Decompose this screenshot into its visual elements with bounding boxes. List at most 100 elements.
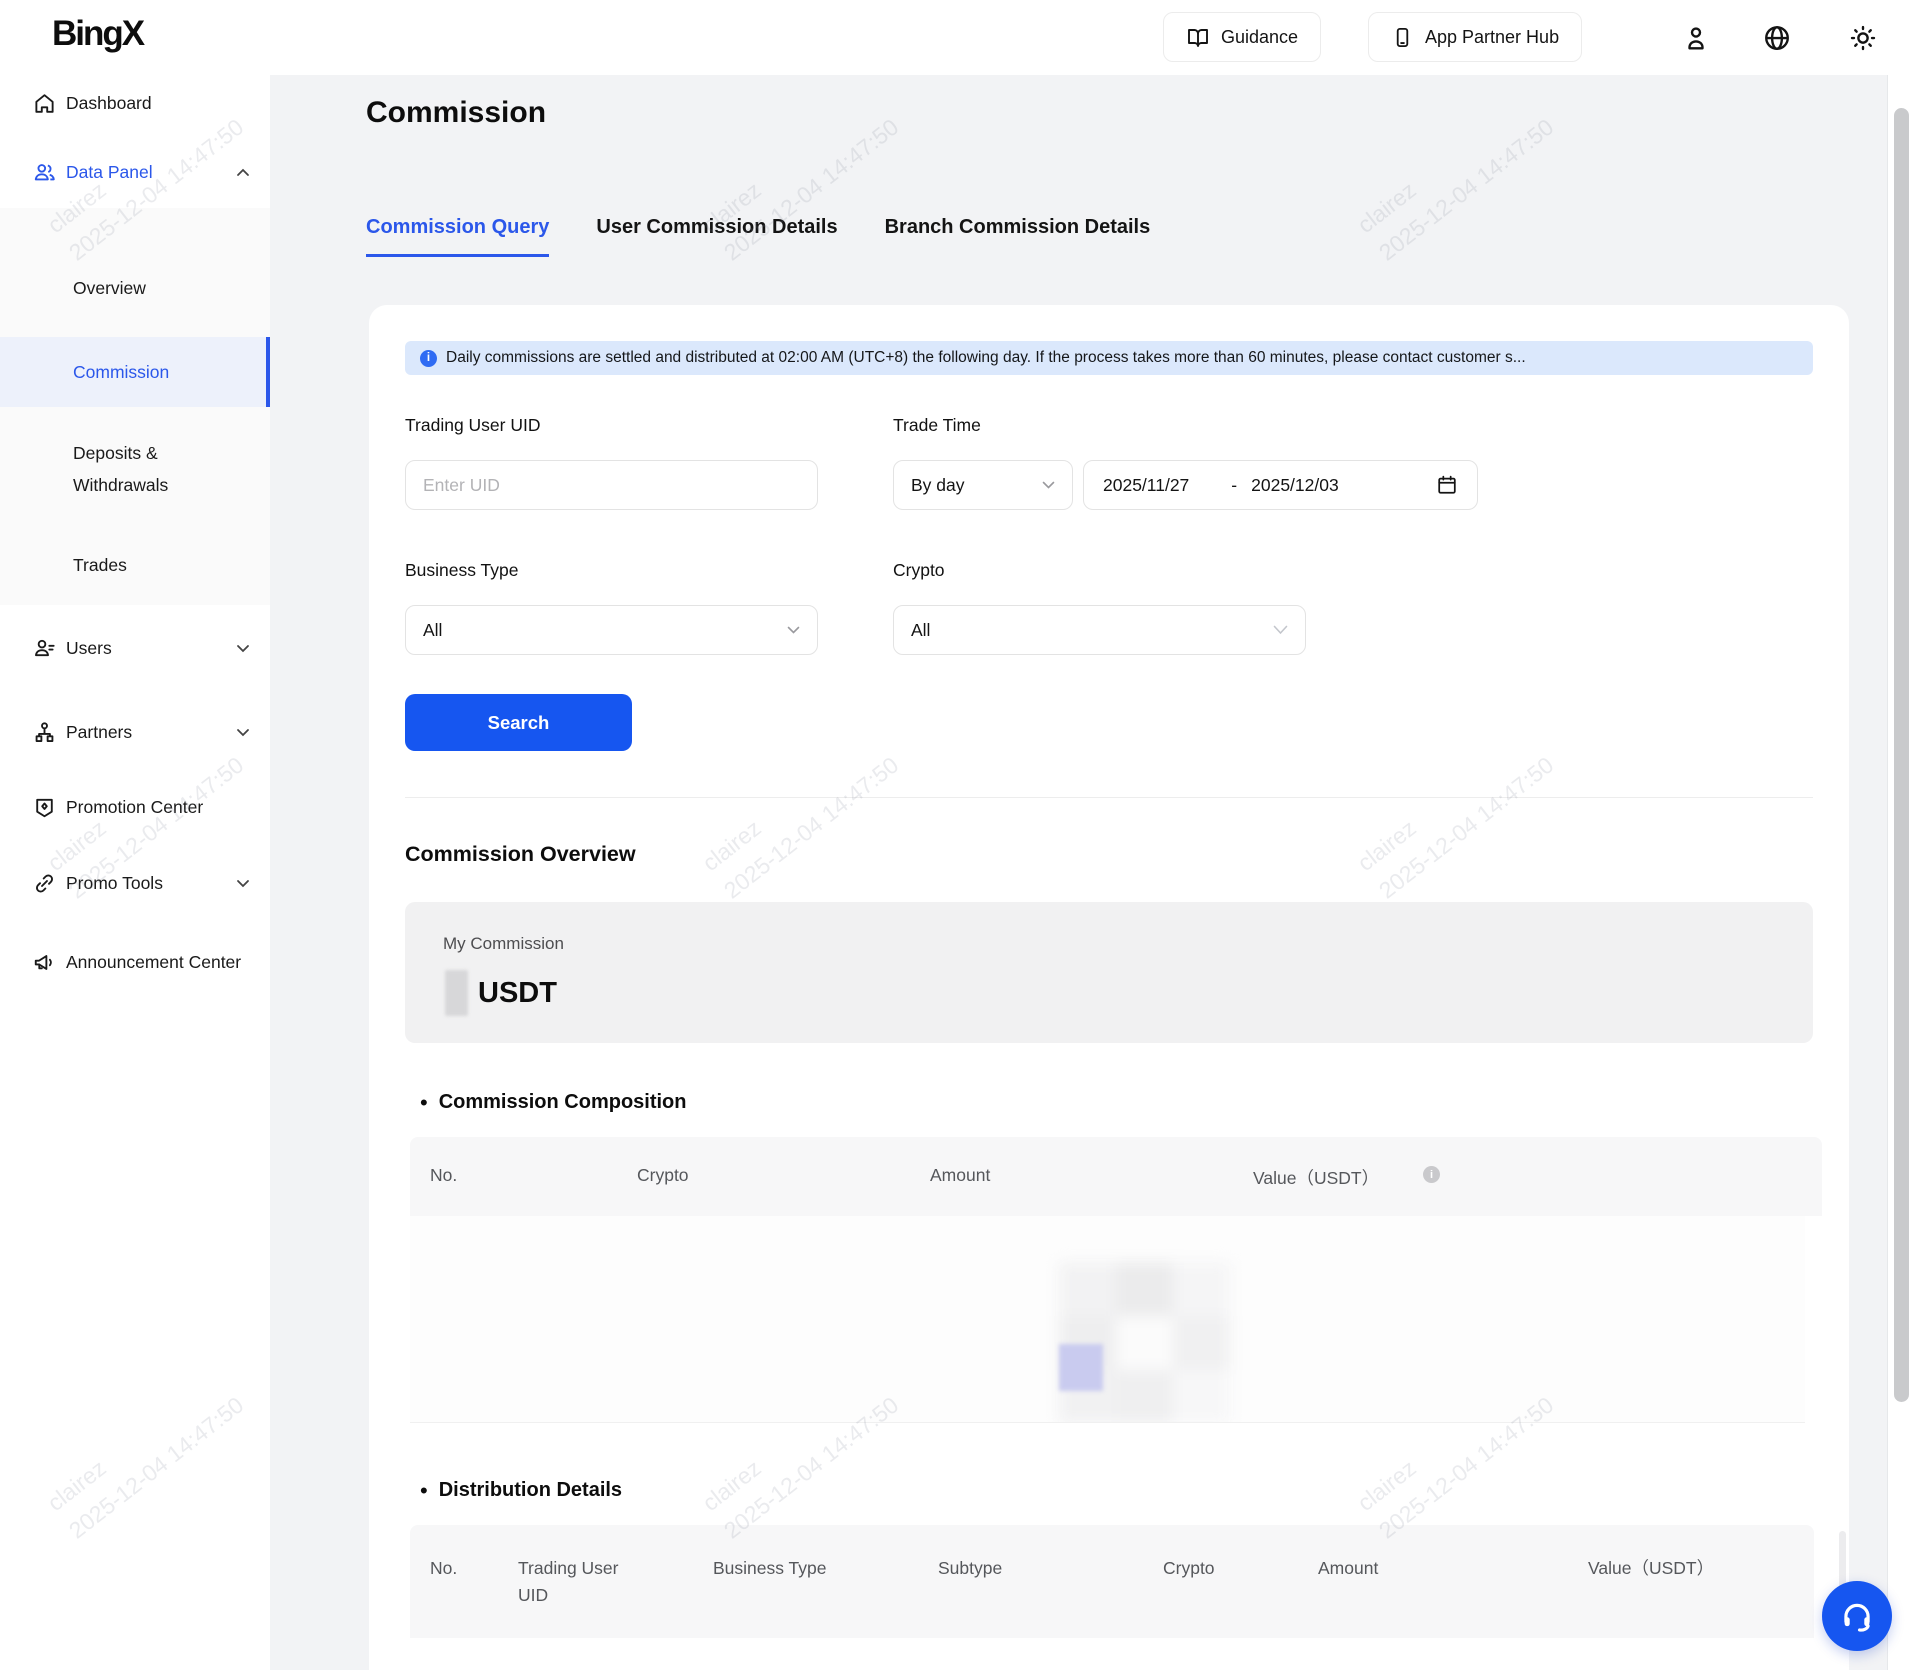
composition-table-body-redacted <box>410 1216 1805 1423</box>
column-value-usdt: Value（USDT） <box>1253 1165 1379 1190</box>
chevron-down-icon <box>1273 625 1288 635</box>
sidebar-item-users[interactable]: Users <box>0 626 270 670</box>
date-range-picker[interactable]: 2025/11/27 - 2025/12/03 <box>1083 460 1478 510</box>
book-icon <box>1186 25 1210 49</box>
sidebar-item-overview[interactable]: Overview <box>0 258 270 318</box>
home-icon <box>32 91 57 116</box>
banner-text: Daily commissions are settled and distri… <box>446 349 1526 367</box>
date-separator: - <box>1231 475 1237 496</box>
sidebar-item-label: Partners <box>66 722 132 743</box>
sidebar-item-label: Deposits & Withdrawals <box>73 437 233 501</box>
sidebar-item-label: Commission <box>73 356 169 388</box>
business-type-select[interactable]: All <box>405 605 818 655</box>
period-select[interactable]: By day <box>893 460 1073 510</box>
badge-shield-icon <box>32 795 57 820</box>
sidebar-item-promo-tools[interactable]: Promo Tools <box>0 861 270 905</box>
sidebar-item-promotion-center[interactable]: Promotion Center <box>0 785 270 829</box>
language-globe-icon[interactable] <box>1760 21 1793 54</box>
column-value-usdt: Value（USDT） <box>1588 1555 1714 1582</box>
blurred-data-mosaic <box>1059 1262 1227 1423</box>
sidebar-item-data-panel[interactable]: Data Panel <box>0 150 270 194</box>
sidebar-item-announcement-center[interactable]: Announcement Center <box>0 940 270 984</box>
partner-dashboard-page: BingX Guidance App Partner Hub <box>0 0 1916 1670</box>
column-no: No. <box>430 1555 457 1582</box>
info-icon: i <box>1423 1166 1440 1183</box>
column-crypto: Crypto <box>637 1165 689 1186</box>
trade-time-label: Trade Time <box>893 415 981 436</box>
sidebar-item-partners[interactable]: Partners <box>0 710 270 754</box>
sidebar-item-dashboard[interactable]: Dashboard <box>0 81 270 125</box>
data-panel-users-icon <box>32 160 57 185</box>
page-scrollbar-thumb[interactable] <box>1894 108 1909 1402</box>
sidebar-item-commission-active[interactable]: Commission <box>0 337 270 407</box>
crypto-label: Crypto <box>893 560 945 581</box>
sidebar-item-label: Trades <box>73 549 127 581</box>
app-partner-hub-button[interactable]: App Partner Hub <box>1368 12 1582 62</box>
tab-commission-query[interactable]: Commission Query <box>366 216 549 257</box>
commission-overview-title: Commission Overview <box>405 842 636 867</box>
blurred-highlight-cell <box>1059 1344 1103 1391</box>
info-icon: i <box>420 350 437 367</box>
theme-sun-icon[interactable] <box>1846 21 1879 54</box>
currency-label: USDT <box>478 977 557 1010</box>
sidebar-item-trades[interactable]: Trades <box>0 535 270 595</box>
guidance-label: Guidance <box>1221 27 1298 48</box>
account-icon[interactable] <box>1679 21 1712 54</box>
bullet-icon: • <box>420 1092 428 1114</box>
page-scrollbar-track <box>1887 75 1916 1670</box>
chevron-up-icon <box>236 168 250 177</box>
sidebar-item-label: Promotion Center <box>66 797 203 818</box>
column-amount: Amount <box>930 1165 990 1186</box>
commission-composition-title: • Commission Composition <box>420 1091 687 1114</box>
app-partner-hub-label: App Partner Hub <box>1425 27 1559 48</box>
column-no: No. <box>430 1165 457 1186</box>
column-business-type: Business Type <box>713 1555 827 1582</box>
crypto-select[interactable]: All <box>893 605 1306 655</box>
search-button[interactable]: Search <box>405 694 632 751</box>
sidebar-item-deposits-withdrawals[interactable]: Deposits & Withdrawals <box>0 427 270 511</box>
sidebar-item-label: Users <box>66 638 112 659</box>
business-type-value: All <box>423 620 442 641</box>
crypto-value: All <box>911 620 930 641</box>
distribution-details-title: • Distribution Details <box>420 1479 622 1502</box>
bullet-icon: • <box>420 1480 428 1502</box>
settlement-info-banner: i Daily commissions are settled and dist… <box>405 341 1813 375</box>
mobile-phone-icon <box>1391 26 1414 49</box>
my-commission-panel: My Commission USDT <box>405 902 1813 1043</box>
chevron-down-icon <box>1042 481 1055 489</box>
my-commission-label: My Commission <box>443 934 564 954</box>
chevron-down-icon <box>787 626 800 634</box>
column-subtype: Subtype <box>938 1555 1002 1582</box>
user-lines-icon <box>32 636 57 661</box>
column-trading-user-uid: Trading User UID <box>518 1555 636 1609</box>
sidebar-item-label: Overview <box>73 272 146 304</box>
customer-support-button[interactable] <box>1822 1581 1892 1651</box>
tab-branch-commission-details[interactable]: Branch Commission Details <box>885 216 1151 257</box>
topbar: BingX Guidance App Partner Hub <box>0 0 1916 75</box>
column-crypto: Crypto <box>1163 1555 1215 1582</box>
megaphone-icon <box>32 950 57 975</box>
tab-user-commission-details[interactable]: User Commission Details <box>596 216 837 257</box>
period-value: By day <box>911 475 965 496</box>
sidebar-item-label: Announcement Center <box>66 952 241 973</box>
page-title: Commission <box>366 96 546 130</box>
data-panel-submenu: Overview Commission Deposits & Withdrawa… <box>0 208 270 605</box>
org-chart-icon <box>32 720 57 745</box>
chevron-down-icon <box>236 728 250 737</box>
commission-query-card: i Daily commissions are settled and dist… <box>369 305 1849 1670</box>
my-commission-value: USDT <box>445 970 557 1016</box>
redacted-amount <box>445 970 468 1016</box>
guidance-button[interactable]: Guidance <box>1163 12 1321 62</box>
sidebar-item-label: Dashboard <box>66 93 152 114</box>
sidebar: Dashboard Data Panel Overview Commission <box>0 75 270 1670</box>
section-divider <box>405 797 1813 798</box>
uid-input[interactable] <box>406 475 817 496</box>
date-start: 2025/11/27 <box>1103 475 1189 496</box>
headset-icon <box>1838 1597 1876 1635</box>
sidebar-item-label: Data Panel <box>66 162 153 183</box>
date-end: 2025/12/03 <box>1251 475 1339 496</box>
chevron-down-icon <box>236 644 250 653</box>
tab-bar: Commission Query User Commission Details… <box>366 216 1150 257</box>
bingx-logo: BingX <box>52 14 143 54</box>
trading-user-uid-label: Trading User UID <box>405 415 541 436</box>
